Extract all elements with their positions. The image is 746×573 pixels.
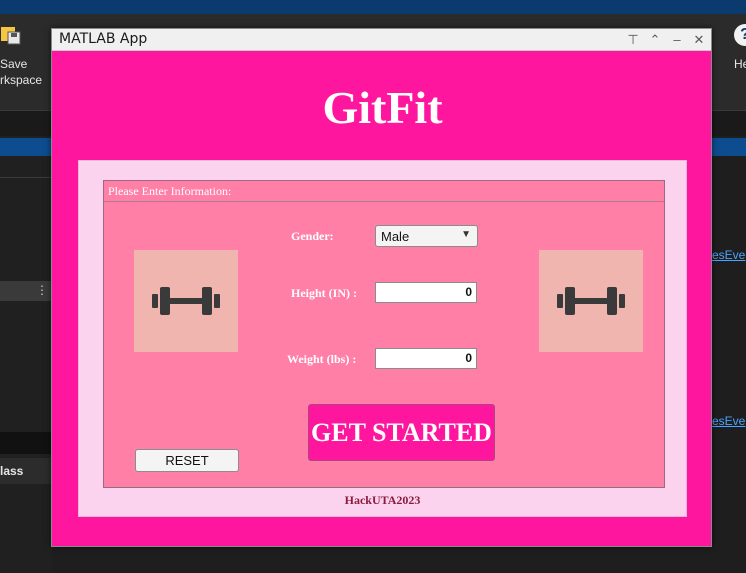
information-panel: Please Enter Information: Gender: Male ▼… (103, 180, 665, 488)
left-pane-section-header (0, 432, 52, 454)
code-link[interactable]: esEve (712, 414, 746, 428)
save-workspace-label[interactable]: Save rkspace (0, 56, 50, 88)
window-controls: ⊤ ⌃ – ✕ (625, 31, 707, 49)
dumbbell-image-right (539, 250, 643, 352)
collapse-icon[interactable]: ⌃ (647, 31, 663, 49)
minimize-icon[interactable]: – (669, 31, 685, 49)
pin-icon[interactable]: ⊤ (625, 31, 641, 49)
outer-panel: Please Enter Information: Gender: Male ▼… (78, 160, 687, 517)
code-link[interactable]: esEve (712, 248, 746, 262)
gender-selected-value: Male (381, 229, 410, 244)
dumbbell-icon (152, 287, 220, 315)
weight-label: Weight (lbs) : (287, 352, 357, 366)
reset-button[interactable]: RESET (135, 449, 239, 472)
left-pane-header (0, 138, 52, 156)
window-title: MATLAB App (59, 31, 148, 47)
caret-down-icon[interactable]: ▼ (461, 229, 471, 240)
editor-pane (712, 136, 746, 573)
panel-title: Please Enter Information: (108, 184, 232, 198)
save-workspace-icon[interactable] (0, 24, 22, 46)
footer-label: HackUTA2023 (344, 493, 421, 507)
editor-pane-header (712, 138, 746, 156)
weight-input[interactable]: 0 (375, 348, 477, 369)
gender-label: Gender: (291, 229, 334, 243)
dumbbell-icon (557, 287, 625, 315)
gender-dropdown[interactable]: Male ▼ (375, 225, 478, 247)
help-label[interactable]: He (734, 56, 746, 72)
current-folder-pane (0, 136, 52, 573)
close-icon[interactable]: ✕ (691, 31, 707, 49)
height-label: Height (IN) : (291, 286, 357, 300)
dumbbell-image-left (134, 250, 238, 352)
height-input[interactable]: 0 (375, 282, 477, 303)
get-started-button[interactable]: GET STARTED (308, 404, 495, 461)
class-column-header: lass (0, 458, 52, 484)
left-pane-row (0, 162, 52, 178)
more-options-icon[interactable]: ⋮ (36, 283, 48, 297)
matlab-app-window: MATLAB App ⊤ ⌃ – ✕ GitFit Please Enter I… (51, 28, 712, 547)
window-titlebar[interactable]: MATLAB App ⊤ ⌃ – ✕ (52, 29, 711, 51)
panel-header: Please Enter Information: (104, 181, 664, 202)
app-title: GitFit (322, 82, 443, 133)
matlab-title-strip (0, 0, 746, 14)
